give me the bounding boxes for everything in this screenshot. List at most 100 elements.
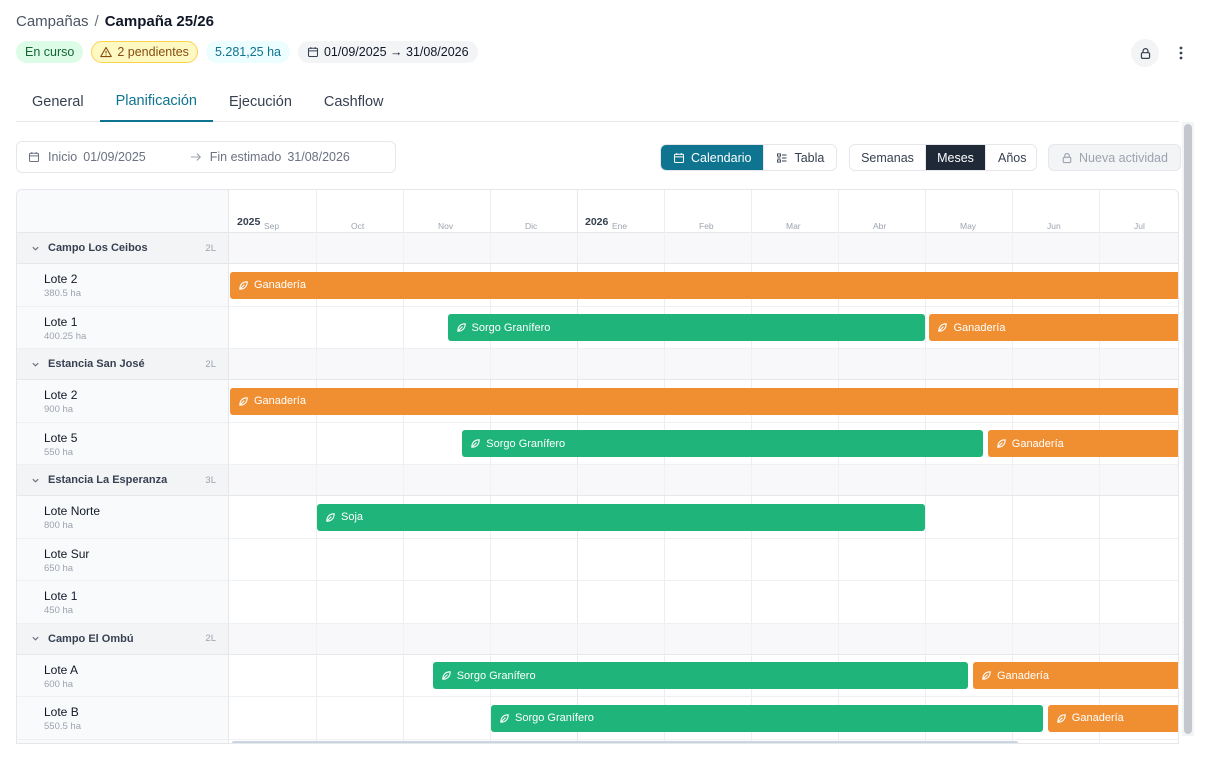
lote-row[interactable]: Lote B 550.5 ha [17, 697, 228, 740]
status-badge: En curso [16, 41, 84, 63]
group-row-timeline [229, 349, 1178, 380]
group-name: Estancia La Esperanza [48, 474, 168, 486]
view-toggle: Calendario Tabla [660, 144, 837, 171]
activity-bar[interactable]: Soja [317, 503, 925, 531]
lote-area: 900 ha [44, 404, 74, 415]
month-label: Jun [1047, 221, 1061, 231]
arrow-right-icon [190, 153, 201, 161]
activity-icon [1057, 713, 1066, 723]
activity-label: Ganadería [1071, 712, 1124, 724]
activity-bar[interactable]: Ganadería [972, 662, 1178, 689]
group-row[interactable]: Campo Los Ceibos 2L [17, 233, 228, 264]
tab-general[interactable]: General [16, 82, 100, 122]
table-view-button[interactable]: Tabla [763, 145, 836, 170]
activity-bar[interactable]: Ganadería [987, 430, 1178, 457]
activity-bar[interactable]: Sorgo Granífero [491, 704, 1044, 732]
tab-cashflow[interactable]: Cashflow [308, 82, 400, 122]
years-scale-button[interactable]: Años [985, 145, 1036, 170]
lote-area: 550.5 ha [44, 721, 81, 732]
group-row[interactable]: Campo El Ombú 2L [17, 623, 228, 655]
lote-area: 380.5 ha [44, 288, 81, 299]
lote-name: Lote 2 [44, 388, 78, 402]
month-label: Jul [1134, 221, 1145, 231]
calendar-view-button[interactable]: Calendario [661, 145, 764, 170]
lote-row[interactable]: Lote 5 550 ha [17, 423, 228, 465]
group-row[interactable]: Estancia La Esperanza 3L [17, 465, 228, 496]
tab-ejecucion[interactable]: Ejecución [213, 82, 308, 122]
group-toggle[interactable]: Campo Los Ceibos [31, 233, 148, 263]
group-toggle[interactable]: Campo El Ombú [31, 624, 134, 654]
chevron-down-icon [32, 246, 39, 251]
dates-badge: 01/09/2025 → 31/08/2026 [297, 41, 478, 63]
lote-area: 800 ha [44, 520, 74, 531]
horizontal-scrollbar[interactable] [232, 741, 1018, 743]
activity-icon [997, 439, 1006, 448]
lote-row[interactable]: Lote 2 900 ha [17, 380, 228, 423]
date-range-picker[interactable]: Inicio 01/09/2025 Fin estimado 31/08/202… [16, 141, 396, 173]
group-toggle[interactable]: Estancia San José [31, 349, 145, 379]
new-activity-button[interactable]: Nueva actividad [1048, 144, 1181, 171]
calendar-view-label: Calendario [691, 150, 752, 165]
lote-name: Lote 5 [44, 430, 78, 445]
lote-row[interactable]: Lote Norte 800 ha [17, 496, 228, 539]
end-date-value[interactable]: 31/08/2026 [287, 150, 350, 164]
activity-bar[interactable]: Sorgo Granífero [462, 430, 984, 457]
lote-name: Lote 2 [44, 272, 78, 286]
breadcrumb-parent-link[interactable]: Campañas [16, 13, 89, 30]
tab-bar: General Planificación Ejecución Cashflow [16, 82, 1179, 122]
lotes-column-header [17, 190, 228, 233]
months-scale-button[interactable]: Meses [925, 145, 985, 170]
activity-bar[interactable]: Sorgo Granífero [432, 662, 969, 689]
lock-icon [1140, 47, 1150, 59]
calendar-icon [307, 47, 319, 58]
lote-row[interactable]: Lote Sur 650 ha [17, 539, 228, 581]
lotes-column: Campo Los Ceibos 2L Lote 2 380.5 ha Lote 1 40… [17, 190, 229, 743]
group-row[interactable]: Estancia San José 2L [17, 349, 228, 380]
breadcrumb: Campañas / Campaña 25/26 [16, 13, 214, 30]
activity-bar[interactable]: Ganadería [230, 271, 1178, 299]
group-count: 2L [205, 633, 216, 644]
activity-icon [456, 323, 466, 332]
weeks-scale-button[interactable]: Semanas [850, 145, 925, 170]
month-label: Oct [351, 221, 365, 231]
activity-label: Ganadería [254, 279, 306, 291]
group-name: Campo El Ombú [48, 632, 134, 645]
gantt-chart: Campo Los Ceibos 2L Lote 2 380.5 ha Lote 1 40… [16, 189, 1179, 744]
activity-icon [471, 439, 480, 448]
group-count: 2L [205, 242, 216, 254]
lote-row[interactable]: Lote A 600 ha [17, 655, 228, 697]
calendar-icon [673, 152, 685, 163]
group-name: Campo Los Ceibos [48, 242, 148, 254]
month-label: Dic [525, 221, 538, 231]
activity-label: Sorgo Granífero [515, 712, 594, 724]
lote-row[interactable]: Lote 1 400.25 ha [17, 307, 228, 349]
activity-bar[interactable]: Ganadería [230, 387, 1178, 415]
vertical-scrollbar[interactable] [1184, 124, 1192, 734]
lote-area: 600 ha [44, 678, 74, 690]
timeline-area: Sep Oct Nov Dic Ene Feb Mar Abr May Jun Jul 2025 202… [229, 190, 1178, 743]
start-date-value[interactable]: 01/09/2025 [83, 150, 146, 164]
activity-label: Sorgo Granífero [456, 669, 536, 682]
group-toggle[interactable]: Estancia La Esperanza [31, 465, 167, 495]
timeline-header: Sep Oct Nov Dic Ene Feb Mar Abr May Jun Jul 2025 202… [229, 190, 1178, 233]
group-row-timeline [229, 465, 1178, 496]
activity-bar[interactable]: Sorgo Granífero [447, 314, 925, 341]
lote-area: 400.25 ha [44, 330, 87, 342]
more-options-button[interactable] [1170, 41, 1192, 65]
group-row-timeline [229, 233, 1178, 264]
lote-area: 550 ha [44, 446, 74, 458]
lock-button[interactable] [1131, 39, 1159, 67]
lote-row[interactable]: Lote 1 450 ha [17, 581, 228, 624]
group-name: Estancia San José [48, 358, 145, 370]
lote-area: 450 ha [44, 605, 74, 616]
activity-bar[interactable]: Ganadería [1047, 704, 1178, 732]
pending-badge[interactable]: 2 pendientes [91, 41, 198, 63]
activity-bar[interactable]: Ganadería [929, 314, 1178, 341]
tab-planificacion[interactable]: Planificación [99, 82, 214, 122]
dates-badge-label: 01/09/2025 → 31/08/2026 [323, 45, 469, 59]
more-vertical-icon [1179, 46, 1183, 60]
table-view-label: Tabla [794, 150, 825, 165]
calendar-icon [28, 152, 40, 163]
lote-row[interactable]: Lote 2 380.5 ha [17, 264, 228, 307]
chevron-down-icon [32, 362, 39, 367]
